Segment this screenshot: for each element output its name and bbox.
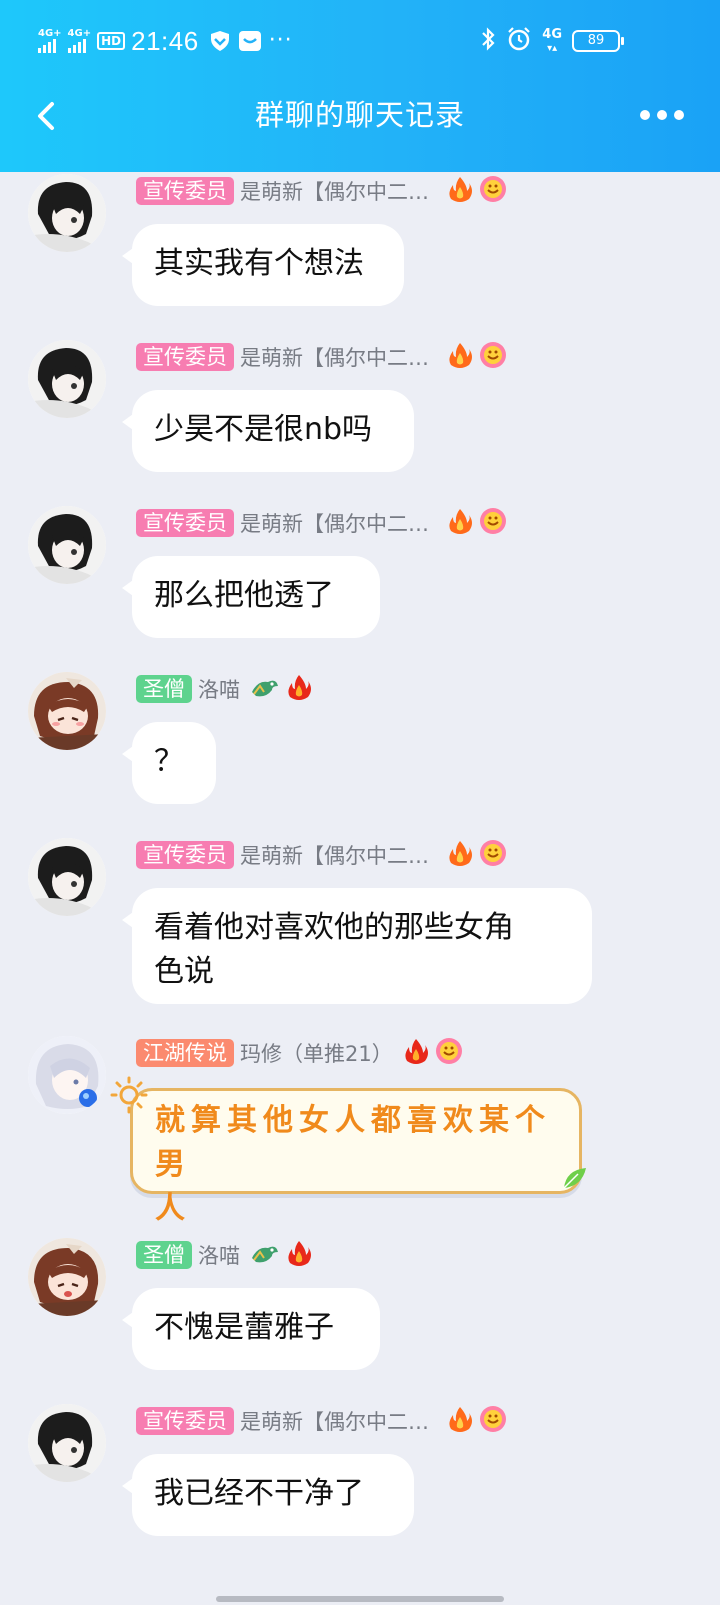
avatar[interactable] (28, 1238, 106, 1316)
signal-icon: 4G+ (67, 29, 91, 53)
leaf-decoration-icon (560, 1164, 588, 1196)
avatar[interactable] (28, 672, 106, 750)
signal-icon: 4G+ (38, 29, 62, 53)
fire-icon (447, 341, 473, 373)
home-indicator[interactable] (216, 1596, 504, 1602)
message-bubble[interactable]: 就算其他女人都喜欢某个男 人 (130, 1088, 582, 1226)
network-4g-icon: 4G ▾▴ (542, 26, 562, 54)
sun-decoration-icon (110, 1076, 148, 1118)
message-bubble[interactable]: 我已经不干净了 (122, 1454, 414, 1536)
sender-name[interactable]: 玛修（单推21） (240, 1038, 393, 1068)
clock: 21:46 (131, 25, 199, 56)
smile-flower-icon (479, 1405, 507, 1437)
more-options-icon[interactable] (640, 110, 684, 120)
sender-name[interactable]: 是萌新【偶尔中二… (240, 508, 429, 538)
sender-name[interactable]: 洛喵 (198, 674, 240, 704)
fire-icon (286, 673, 312, 705)
smile-flower-icon (435, 1037, 463, 1069)
dragon-icon (250, 1240, 280, 1270)
sender-name[interactable]: 是萌新【偶尔中二… (240, 1406, 429, 1436)
message-bubble[interactable]: ？ (122, 722, 216, 804)
message-bubble[interactable]: 少昊不是很nb吗 (122, 390, 414, 472)
message-notification-icon (238, 31, 261, 51)
smile-flower-icon (479, 507, 507, 539)
sender-name[interactable]: 是萌新【偶尔中二… (240, 342, 429, 372)
avatar[interactable] (28, 340, 106, 418)
message-bubble[interactable]: 那么把他透了 (122, 556, 380, 638)
fire-icon (447, 839, 473, 871)
member-title-badge: 宣传委员 (136, 841, 234, 869)
avatar[interactable] (28, 838, 106, 916)
sender-name[interactable]: 是萌新【偶尔中二… (240, 176, 429, 206)
member-title-badge: 圣僧 (136, 1241, 192, 1269)
fire-icon (447, 175, 473, 207)
more-notifications-icon: ··· (268, 28, 293, 53)
fire-icon (286, 1239, 312, 1271)
smile-flower-icon (479, 175, 507, 207)
alarm-icon (506, 26, 532, 56)
smile-flower-icon (479, 839, 507, 871)
member-title-badge: 宣传委员 (136, 177, 234, 205)
member-title-badge: 圣僧 (136, 675, 192, 703)
fire-icon (403, 1037, 429, 1069)
hd-icon: HD (97, 32, 126, 50)
member-title-badge: 宣传委员 (136, 1407, 234, 1435)
status-bar: 4G+ 4G+ HD 21:46 ··· 4G ▾▴ 89 (0, 22, 720, 62)
fire-icon (447, 507, 473, 539)
page-title: 群聊的聊天记录 (254, 98, 465, 132)
bluetooth-icon (480, 27, 496, 55)
sender-name[interactable]: 是萌新【偶尔中二… (240, 840, 429, 870)
avatar[interactable] (28, 1036, 106, 1114)
sender-name[interactable]: 洛喵 (198, 1240, 240, 1270)
avatar[interactable] (28, 506, 106, 584)
header-bar: 4G+ 4G+ HD 21:46 ··· 4G ▾▴ 89 群聊的聊天记录 (0, 0, 720, 172)
dragon-icon (250, 674, 280, 704)
vpn-shield-icon (209, 31, 231, 51)
member-title-badge: 宣传委员 (136, 343, 234, 371)
member-title-badge: 江湖传说 (136, 1039, 234, 1067)
message-bubble[interactable]: 不愧是蕾雅子 (122, 1288, 380, 1370)
smile-flower-icon (479, 341, 507, 373)
avatar[interactable] (28, 1404, 106, 1482)
message-bubble[interactable]: 看着他对喜欢他的那些女角 色说 (122, 888, 592, 1004)
fire-icon (447, 1405, 473, 1437)
battery-icon: 89 (572, 30, 624, 52)
member-title-badge: 宣传委员 (136, 509, 234, 537)
message-bubble[interactable]: 其实我有个想法 (122, 224, 404, 306)
avatar[interactable] (28, 174, 106, 252)
